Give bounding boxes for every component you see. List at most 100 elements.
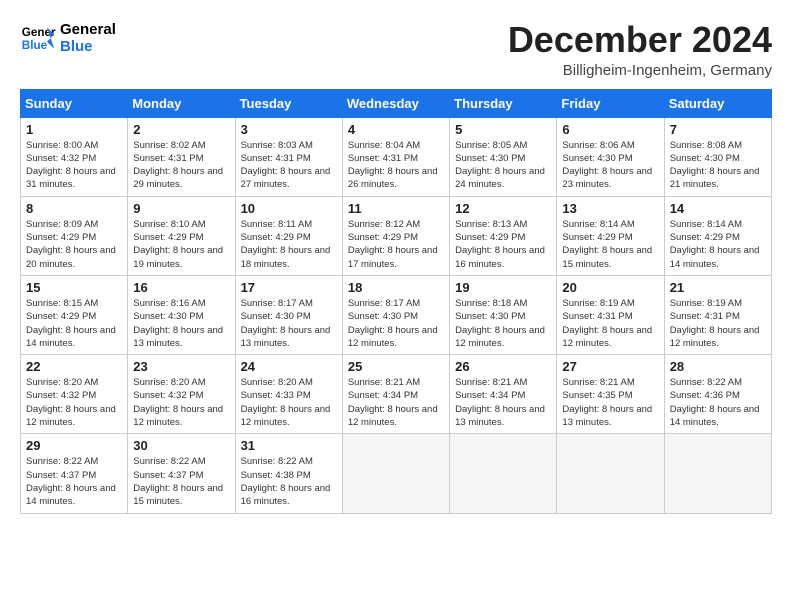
daylight-label: Daylight: 8 hours and 29 minutes. — [133, 166, 223, 190]
calendar-cell: 7 Sunrise: 8:08 AM Sunset: 4:30 PM Dayli… — [664, 117, 771, 196]
day-number: 31 — [241, 438, 337, 453]
day-number: 26 — [455, 359, 551, 374]
calendar-cell: 25 Sunrise: 8:21 AM Sunset: 4:34 PM Dayl… — [342, 355, 449, 434]
sunset-label: Sunset: 4:30 PM — [348, 311, 418, 322]
day-info: Sunrise: 8:05 AM Sunset: 4:30 PM Dayligh… — [455, 139, 551, 192]
calendar-cell: 12 Sunrise: 8:13 AM Sunset: 4:29 PM Dayl… — [450, 196, 557, 275]
day-number: 12 — [455, 201, 551, 216]
day-number: 27 — [562, 359, 658, 374]
day-info: Sunrise: 8:17 AM Sunset: 4:30 PM Dayligh… — [348, 297, 444, 350]
day-info: Sunrise: 8:13 AM Sunset: 4:29 PM Dayligh… — [455, 218, 551, 271]
sunrise-label: Sunrise: 8:22 AM — [670, 377, 742, 388]
calendar-cell: 15 Sunrise: 8:15 AM Sunset: 4:29 PM Dayl… — [21, 275, 128, 354]
sunset-label: Sunset: 4:30 PM — [670, 153, 740, 164]
daylight-label: Daylight: 8 hours and 12 minutes. — [133, 404, 223, 428]
sunrise-label: Sunrise: 8:00 AM — [26, 140, 98, 151]
day-info: Sunrise: 8:16 AM Sunset: 4:30 PM Dayligh… — [133, 297, 229, 350]
day-info: Sunrise: 8:19 AM Sunset: 4:31 PM Dayligh… — [562, 297, 658, 350]
calendar-week-row: 1 Sunrise: 8:00 AM Sunset: 4:32 PM Dayli… — [21, 117, 772, 196]
daylight-label: Daylight: 8 hours and 18 minutes. — [241, 245, 331, 269]
daylight-label: Daylight: 8 hours and 13 minutes. — [562, 404, 652, 428]
sunset-label: Sunset: 4:31 PM — [241, 153, 311, 164]
day-info: Sunrise: 8:11 AM Sunset: 4:29 PM Dayligh… — [241, 218, 337, 271]
sunset-label: Sunset: 4:29 PM — [26, 311, 96, 322]
day-info: Sunrise: 8:18 AM Sunset: 4:30 PM Dayligh… — [455, 297, 551, 350]
daylight-label: Daylight: 8 hours and 12 minutes. — [241, 404, 331, 428]
day-info: Sunrise: 8:22 AM Sunset: 4:37 PM Dayligh… — [26, 455, 122, 508]
daylight-label: Daylight: 8 hours and 14 minutes. — [26, 483, 116, 507]
calendar-cell: 17 Sunrise: 8:17 AM Sunset: 4:30 PM Dayl… — [235, 275, 342, 354]
sunset-label: Sunset: 4:32 PM — [133, 390, 203, 401]
sunrise-label: Sunrise: 8:04 AM — [348, 140, 420, 151]
sunrise-label: Sunrise: 8:02 AM — [133, 140, 205, 151]
sunset-label: Sunset: 4:30 PM — [133, 311, 203, 322]
day-number: 19 — [455, 280, 551, 295]
day-info: Sunrise: 8:20 AM Sunset: 4:32 PM Dayligh… — [133, 376, 229, 429]
sunrise-label: Sunrise: 8:17 AM — [348, 298, 420, 309]
day-info: Sunrise: 8:00 AM Sunset: 4:32 PM Dayligh… — [26, 139, 122, 192]
daylight-label: Daylight: 8 hours and 17 minutes. — [348, 245, 438, 269]
calendar-week-row: 8 Sunrise: 8:09 AM Sunset: 4:29 PM Dayli… — [21, 196, 772, 275]
sunset-label: Sunset: 4:31 PM — [670, 311, 740, 322]
daylight-label: Daylight: 8 hours and 20 minutes. — [26, 245, 116, 269]
header: General Blue General Blue December 2024 … — [20, 20, 772, 79]
day-number: 25 — [348, 359, 444, 374]
sunrise-label: Sunrise: 8:19 AM — [670, 298, 742, 309]
sunset-label: Sunset: 4:31 PM — [562, 311, 632, 322]
sunset-label: Sunset: 4:30 PM — [455, 311, 525, 322]
sunrise-label: Sunrise: 8:12 AM — [348, 219, 420, 230]
calendar-header-wednesday: Wednesday — [342, 89, 449, 117]
day-info: Sunrise: 8:15 AM Sunset: 4:29 PM Dayligh… — [26, 297, 122, 350]
sunset-label: Sunset: 4:29 PM — [241, 232, 311, 243]
daylight-label: Daylight: 8 hours and 21 minutes. — [670, 166, 760, 190]
calendar-cell: 18 Sunrise: 8:17 AM Sunset: 4:30 PM Dayl… — [342, 275, 449, 354]
sunrise-label: Sunrise: 8:11 AM — [241, 219, 313, 230]
calendar-cell: 1 Sunrise: 8:00 AM Sunset: 4:32 PM Dayli… — [21, 117, 128, 196]
day-number: 8 — [26, 201, 122, 216]
daylight-label: Daylight: 8 hours and 15 minutes. — [562, 245, 652, 269]
day-number: 11 — [348, 201, 444, 216]
daylight-label: Daylight: 8 hours and 23 minutes. — [562, 166, 652, 190]
daylight-label: Daylight: 8 hours and 12 minutes. — [26, 404, 116, 428]
daylight-label: Daylight: 8 hours and 13 minutes. — [241, 325, 331, 349]
daylight-label: Daylight: 8 hours and 13 minutes. — [133, 325, 223, 349]
calendar-header-monday: Monday — [128, 89, 235, 117]
sunrise-label: Sunrise: 8:14 AM — [670, 219, 742, 230]
day-info: Sunrise: 8:17 AM Sunset: 4:30 PM Dayligh… — [241, 297, 337, 350]
calendar-cell: 6 Sunrise: 8:06 AM Sunset: 4:30 PM Dayli… — [557, 117, 664, 196]
calendar-cell: 19 Sunrise: 8:18 AM Sunset: 4:30 PM Dayl… — [450, 275, 557, 354]
day-info: Sunrise: 8:22 AM Sunset: 4:36 PM Dayligh… — [670, 376, 766, 429]
calendar-cell: 11 Sunrise: 8:12 AM Sunset: 4:29 PM Dayl… — [342, 196, 449, 275]
sunset-label: Sunset: 4:30 PM — [241, 311, 311, 322]
day-info: Sunrise: 8:14 AM Sunset: 4:29 PM Dayligh… — [670, 218, 766, 271]
day-number: 29 — [26, 438, 122, 453]
sunset-label: Sunset: 4:29 PM — [670, 232, 740, 243]
day-info: Sunrise: 8:14 AM Sunset: 4:29 PM Dayligh… — [562, 218, 658, 271]
day-info: Sunrise: 8:20 AM Sunset: 4:33 PM Dayligh… — [241, 376, 337, 429]
sunset-label: Sunset: 4:32 PM — [26, 390, 96, 401]
calendar-cell: 9 Sunrise: 8:10 AM Sunset: 4:29 PM Dayli… — [128, 196, 235, 275]
calendar-cell: 30 Sunrise: 8:22 AM Sunset: 4:37 PM Dayl… — [128, 434, 235, 513]
daylight-label: Daylight: 8 hours and 12 minutes. — [348, 404, 438, 428]
day-number: 14 — [670, 201, 766, 216]
day-number: 2 — [133, 122, 229, 137]
day-info: Sunrise: 8:09 AM Sunset: 4:29 PM Dayligh… — [26, 218, 122, 271]
calendar-header-thursday: Thursday — [450, 89, 557, 117]
day-number: 21 — [670, 280, 766, 295]
sunset-label: Sunset: 4:29 PM — [562, 232, 632, 243]
calendar-cell — [450, 434, 557, 513]
day-number: 15 — [26, 280, 122, 295]
day-number: 10 — [241, 201, 337, 216]
sunset-label: Sunset: 4:30 PM — [562, 153, 632, 164]
day-number: 18 — [348, 280, 444, 295]
day-info: Sunrise: 8:12 AM Sunset: 4:29 PM Dayligh… — [348, 218, 444, 271]
calendar-cell: 21 Sunrise: 8:19 AM Sunset: 4:31 PM Dayl… — [664, 275, 771, 354]
calendar-cell: 10 Sunrise: 8:11 AM Sunset: 4:29 PM Dayl… — [235, 196, 342, 275]
sunrise-label: Sunrise: 8:08 AM — [670, 140, 742, 151]
calendar-cell: 16 Sunrise: 8:16 AM Sunset: 4:30 PM Dayl… — [128, 275, 235, 354]
calendar-header-tuesday: Tuesday — [235, 89, 342, 117]
day-info: Sunrise: 8:02 AM Sunset: 4:31 PM Dayligh… — [133, 139, 229, 192]
calendar-cell: 24 Sunrise: 8:20 AM Sunset: 4:33 PM Dayl… — [235, 355, 342, 434]
sunrise-label: Sunrise: 8:03 AM — [241, 140, 313, 151]
day-info: Sunrise: 8:21 AM Sunset: 4:34 PM Dayligh… — [348, 376, 444, 429]
